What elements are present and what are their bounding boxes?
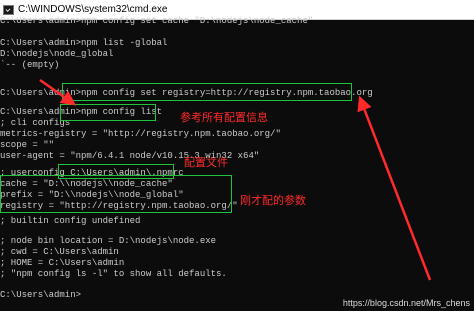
note-all-config: 参考所有配置信息 bbox=[180, 111, 268, 124]
arrow-to-set-registry bbox=[357, 95, 432, 281]
note-just-configured: 刚才配的参数 bbox=[240, 194, 306, 207]
arrow-to-config-list bbox=[39, 78, 77, 106]
annotation-arrows bbox=[39, 78, 432, 281]
note-config-file: 配置文件 bbox=[184, 156, 228, 169]
watermark: https://blog.csdn.net/Mrs_chens bbox=[342, 298, 470, 308]
